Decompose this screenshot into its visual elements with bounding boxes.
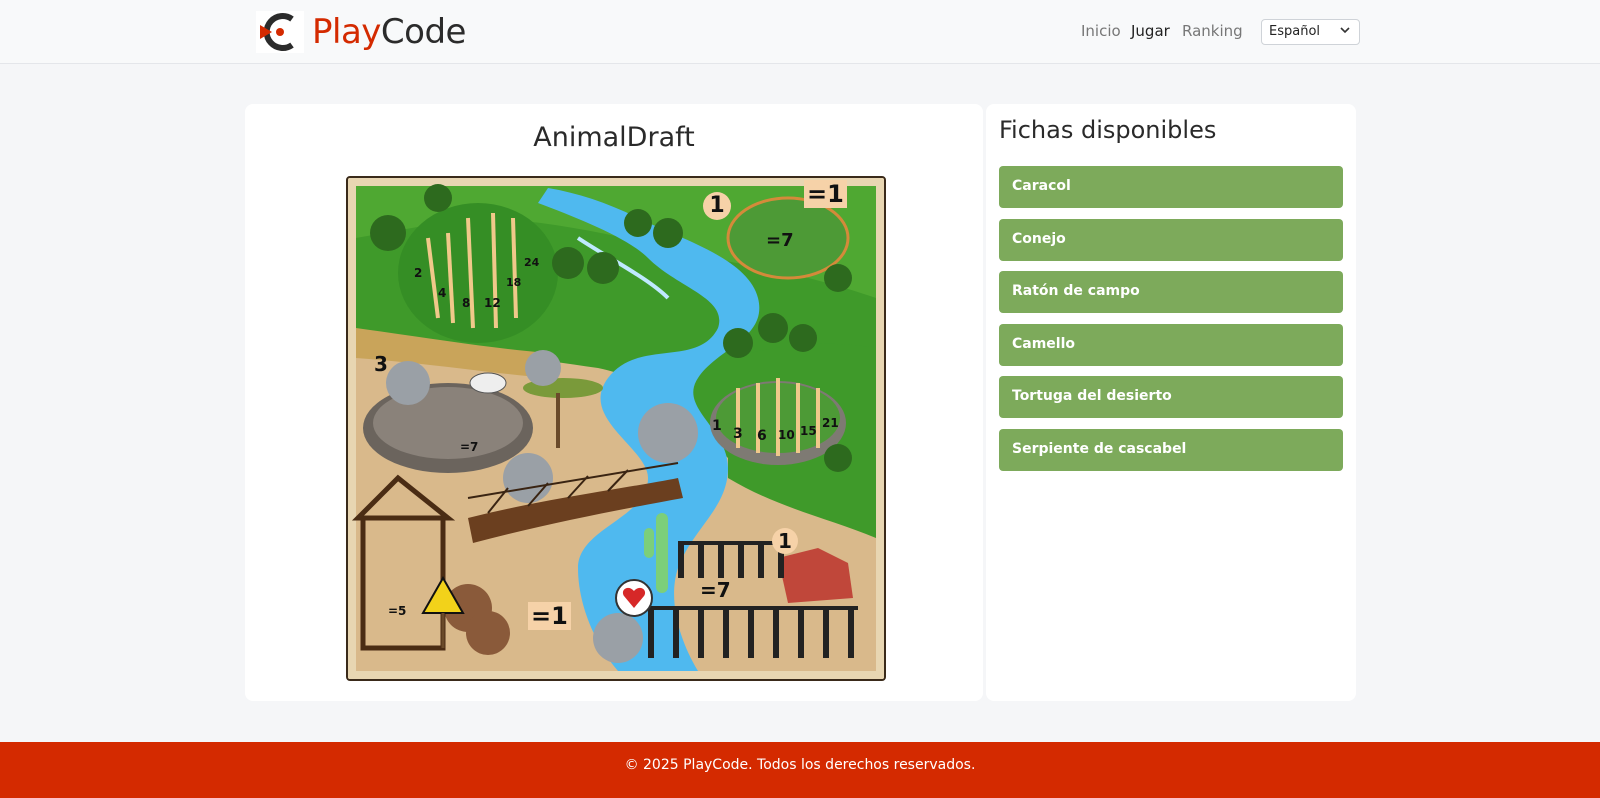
piece-raton-de-campo-button[interactable]: Ratón de campo [999,271,1343,313]
board-label-18: 18 [506,276,522,289]
piece-conejo-button[interactable]: Conejo [999,219,1343,261]
board-label-21: 21 [822,416,839,430]
game-title: AnimalDraft [533,122,695,153]
game-board[interactable]: 2 4 8 12 18 24 1 =1 =7 3 =7 1 3 6 10 15 … [346,176,886,681]
board-label-24: 24 [524,256,540,269]
footer: © 2025 PlayCode. Todos los derechos rese… [0,742,1600,798]
top-navbar: PlayCode Inicio Jugar Ranking Español [0,0,1600,64]
game-panel: AnimalDraft 2 4 8 12 18 24 1 =1 =7 3 =7 … [245,104,983,701]
playcode-logo-icon[interactable] [256,11,304,53]
pieces-title: Fichas disponibles [999,116,1217,144]
board-rule-top-right: =1 [804,180,847,208]
board-label-8: 8 [462,296,471,310]
board-label-15: 15 [800,424,817,438]
board-label-10: 10 [778,428,795,442]
board-label-1: 1 [712,418,722,434]
piece-camello-button[interactable]: Camello [999,324,1343,366]
board-count-top-right: 1 [703,192,731,220]
nav-ranking[interactable]: Ranking [1182,22,1243,40]
language-value: Español [1269,24,1321,39]
board-label-3: 3 [733,426,743,442]
footer-copyright: © 2025 PlayCode. Todos los derechos rese… [624,757,976,773]
board-rule-bottom-mid: =1 [528,602,571,630]
piece-caracol-button[interactable]: Caracol [999,166,1343,208]
nav-jugar[interactable]: Jugar [1131,22,1170,40]
board-label-12: 12 [484,296,501,310]
piece-tortuga-del-desierto-button[interactable]: Tortuga del desierto [999,376,1343,418]
chevron-down-icon [1340,27,1350,34]
pieces-panel: Fichas disponibles Caracol Conejo Ratón … [986,104,1356,701]
board-count-left: 3 [374,352,388,376]
board-rule-bottom-left: =5 [388,604,407,618]
board-label-6: 6 [757,428,767,444]
board-label-2: 2 [414,266,423,280]
language-select[interactable]: Español [1261,19,1360,45]
nav-inicio[interactable]: Inicio [1081,22,1121,40]
board-rule-crown: =7 [766,230,794,251]
board-label-4: 4 [438,286,447,300]
piece-serpiente-de-cascabel-button[interactable]: Serpiente de cascabel [999,429,1343,471]
board-rule-left: =7 [460,440,479,454]
board-rule-bottom-right: =7 [700,578,731,602]
brand-name[interactable]: PlayCode [312,10,466,54]
board-count-bottom-right: 1 [772,528,798,554]
